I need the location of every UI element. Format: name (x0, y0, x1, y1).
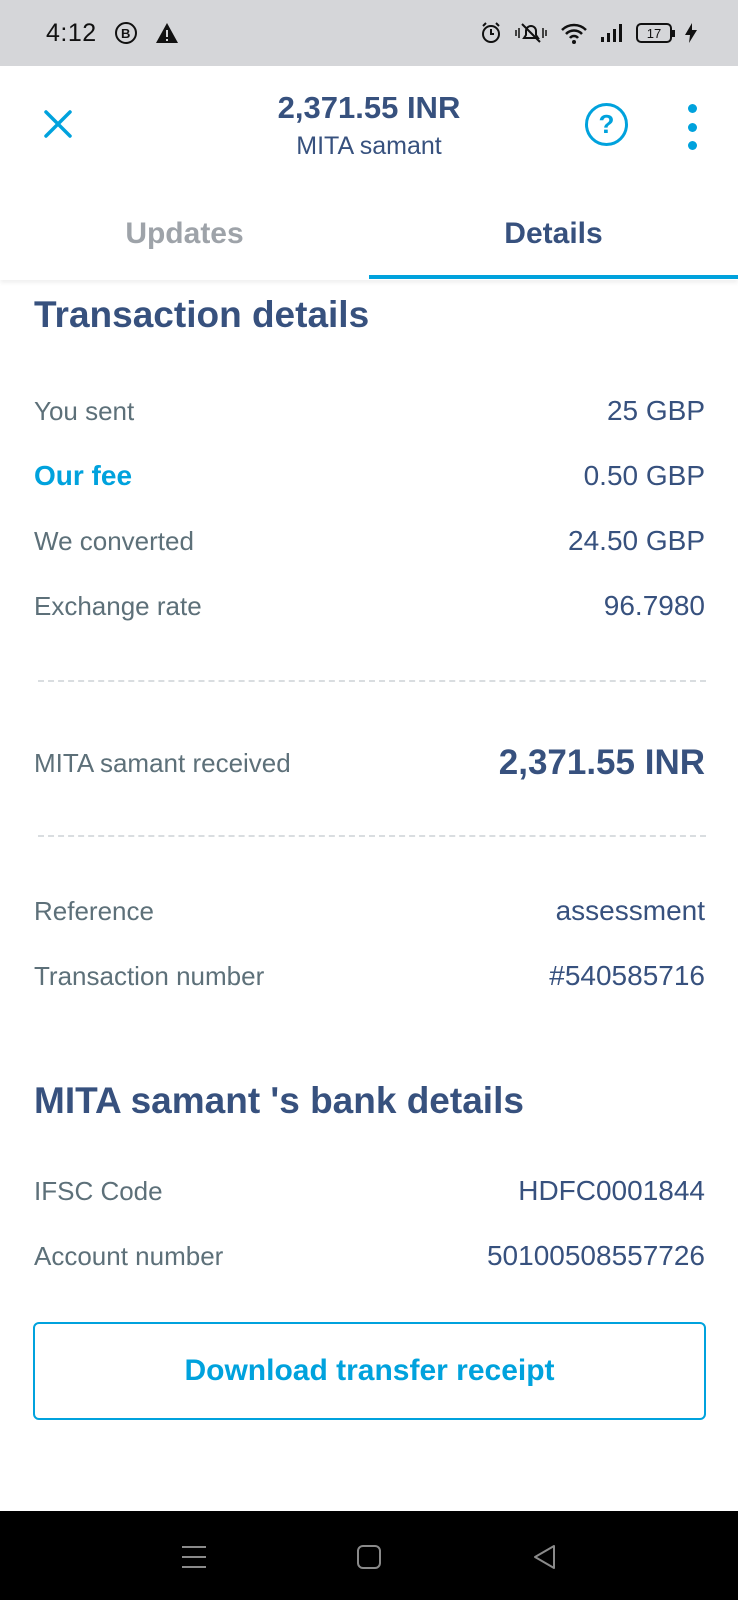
transaction-details-title: Transaction details (34, 294, 370, 335)
home-button[interactable] (351, 1539, 387, 1575)
alarm-icon (482, 22, 500, 43)
more-dot-icon (687, 141, 697, 150)
detail-row-converted: We converted 24.50 GBP (34, 521, 705, 561)
divider (38, 680, 706, 682)
more-dot-icon (687, 104, 697, 113)
menu-icon (182, 1546, 206, 1568)
recent-apps-button[interactable] (176, 1539, 212, 1575)
header-amount: 2,371.55 INR (277, 90, 461, 125)
detail-row-account-number: Account number 50100508557726 (34, 1236, 705, 1276)
detail-row-reference: Reference assessment (34, 891, 705, 931)
detail-row-transaction-number: Transaction number #540585716 (34, 956, 705, 996)
row-label: Reference (34, 895, 154, 926)
row-label: Exchange rate (34, 590, 202, 621)
status-time: 4:12 (46, 18, 97, 47)
tab-active-indicator (369, 275, 738, 279)
row-label: We converted (34, 525, 194, 556)
warning-icon (155, 23, 178, 43)
mute-icon (515, 23, 547, 43)
close-button[interactable] (38, 104, 78, 144)
help-icon: ? (598, 109, 615, 139)
close-icon (44, 110, 72, 138)
status-right: 17 (480, 22, 698, 44)
row-value: HDFC0001844 (518, 1175, 705, 1206)
status-left: 4:12 B (46, 19, 179, 48)
charging-icon (685, 23, 697, 43)
tab-bar: Updates Details (0, 188, 738, 280)
detail-row-you-sent: You sent 25 GBP (34, 391, 705, 431)
our-fee-link[interactable]: Our fee (34, 460, 132, 492)
received-label: MITA samant received (34, 747, 291, 778)
row-value: 24.50 GBP (568, 525, 705, 556)
help-button[interactable]: ? (585, 103, 628, 146)
more-options-button[interactable] (678, 104, 706, 150)
tab-updates[interactable]: Updates (0, 188, 369, 280)
signal-icon (601, 24, 622, 42)
home-square-icon (357, 1545, 381, 1569)
row-value: #540585716 (549, 960, 705, 991)
row-value: 25 GBP (606, 395, 705, 426)
row-label: Account number (34, 1240, 224, 1271)
row-label: Transaction number (34, 960, 265, 991)
row-value: 50100508557726 (486, 1240, 705, 1271)
bank-details-title: MITA samant 's bank details (34, 1080, 524, 1121)
battery-icon: 17 (636, 23, 675, 43)
system-nav-bar (0, 1511, 738, 1600)
detail-row-exchange-rate: Exchange rate 96.7980 (34, 586, 705, 626)
row-label: IFSC Code (34, 1175, 163, 1206)
wifi-icon (561, 23, 587, 44)
detail-row-ifsc: IFSC Code HDFC0001844 (34, 1171, 705, 1211)
header-recipient: MITA samant (296, 132, 442, 160)
b-circle-icon: B (114, 22, 137, 44)
row-label: You sent (34, 395, 135, 426)
detail-row-our-fee: Our fee 0.50 GBP (34, 456, 705, 496)
status-bar: 4:12 B 17 (0, 0, 738, 66)
received-value: 2,371.55 INR (498, 743, 705, 782)
tab-details[interactable]: Details (369, 188, 738, 280)
back-triangle-icon (534, 1545, 555, 1569)
divider (38, 835, 706, 837)
back-button[interactable] (527, 1539, 563, 1575)
row-value: 0.50 GBP (583, 460, 705, 491)
row-value: assessment (555, 895, 705, 926)
row-value: 96.7980 (603, 590, 705, 621)
header: 2,371.55 INR MITA samant ? (0, 66, 738, 188)
more-dot-icon (687, 122, 697, 132)
detail-row-received: MITA samant received 2,371.55 INR (34, 740, 705, 786)
header-summary: 2,371.55 INR MITA samant (169, 90, 569, 161)
download-receipt-button[interactable]: Download transfer receipt (33, 1322, 706, 1420)
